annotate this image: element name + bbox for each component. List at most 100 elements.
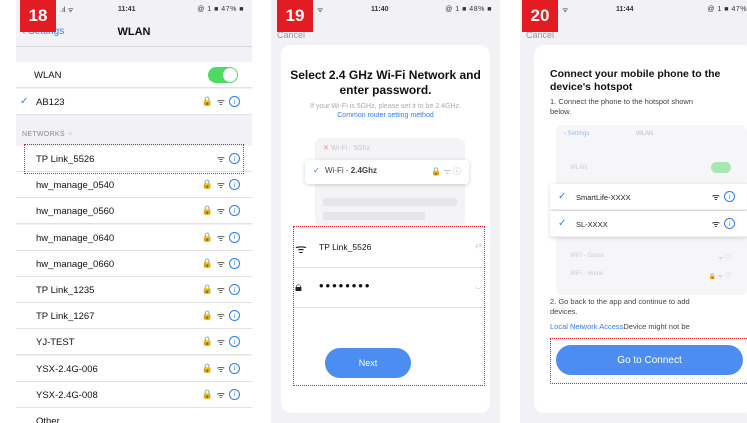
wifi-status-icon: ᯤ	[317, 7, 324, 14]
wifi-icon: ᯤ	[216, 232, 225, 243]
network-name: hw_manage_0540	[36, 180, 115, 192]
network-name: AB123	[36, 97, 65, 108]
network-icons: 🔒 ᯤ i	[202, 178, 240, 191]
wifi-icon: ᯤ	[216, 389, 225, 400]
networks-header-text: NETWORKS	[22, 131, 65, 138]
x-icon: ✕	[323, 145, 329, 152]
checkmark-icon: ✓	[558, 218, 567, 229]
hotspot-row[interactable]: ✓ SmartLife-XXXX ᯤi	[550, 184, 747, 210]
status-time: 11:41	[118, 6, 136, 13]
info-icon[interactable]: i	[229, 362, 240, 374]
hotspot-row[interactable]: ✓ SL-XXXX ᯤi	[550, 211, 747, 237]
network-row[interactable]: hw_manage_0660 🔒 ᯤ i	[16, 250, 252, 277]
info-icon[interactable]: i	[229, 310, 240, 322]
info-icon[interactable]: i	[229, 179, 240, 191]
wifi-icon: ᯤ	[216, 285, 225, 295]
checkmark-icon: ✓	[20, 96, 29, 107]
network-name: TP Link_1235	[36, 285, 95, 296]
lock-icon: 🔒	[201, 310, 213, 321]
network-icons: 🔒 ᯤ i	[202, 257, 240, 270]
network-name: hw_manage_0640	[36, 232, 115, 244]
status-battery: @ 1 ■ 47% ■	[197, 6, 244, 13]
faded-network: WiFi - Guest	[570, 253, 604, 259]
network-icons: 🔒 ᯤ i	[202, 335, 240, 348]
panel-wlan-settings: 18 .ıl ᯤ 11:41 @ 1 ■ 47% ■ ‹ Settings WL…	[16, 0, 252, 423]
network-row[interactable]: hw_manage_0640 🔒 ᯤ i	[16, 224, 252, 251]
highlight-box	[293, 226, 485, 386]
lock-icon: 🔒	[201, 231, 213, 242]
info-icon[interactable]: i	[724, 218, 735, 229]
divider	[16, 46, 252, 47]
info-icon[interactable]: i	[229, 96, 240, 107]
status-time: 11:40	[371, 6, 389, 13]
network-row[interactable]: YSX-2.4G-006 🔒 ᯤ i	[16, 355, 252, 382]
network-name: hw_manage_0560	[36, 206, 115, 218]
mini-24-band: 2.4Ghz	[350, 166, 377, 175]
step-badge: 20	[522, 0, 558, 32]
status-battery: @ 1 ■ 47%	[707, 6, 747, 13]
network-row[interactable]: TP Link_1235 🔒 ᯤ i	[16, 277, 252, 303]
lock-icon: 🔒	[201, 205, 213, 216]
router-setting-link[interactable]: Common router setting method	[337, 112, 434, 119]
info-icon[interactable]: i	[229, 205, 240, 217]
info-icon[interactable]: i	[229, 284, 240, 295]
hotspot-name: SmartLife-XXXX	[576, 193, 631, 202]
mini-back: ‹ Settings	[564, 131, 590, 137]
wlan-label: WLAN	[34, 70, 62, 81]
highlight-box	[550, 338, 747, 384]
info-icon[interactable]: i	[724, 191, 735, 202]
hotspot-name: SL-XXXX	[576, 220, 608, 229]
network-icons: 🔒 ᯤ i	[202, 204, 240, 217]
faded-network: WiFi - Home	[570, 271, 604, 277]
lock-icon: 🔒	[201, 336, 213, 347]
info-icon[interactable]: i	[229, 388, 240, 400]
network-name: TP Link_1267	[36, 311, 95, 323]
status-time: 11:44	[616, 6, 634, 13]
network-icons: 🔒 ᯤ i	[202, 362, 240, 375]
wifi-icon: ᯤ	[216, 311, 225, 322]
wifi-icon: ᯤ	[711, 219, 720, 229]
lock-icon: 🔒	[201, 284, 213, 294]
faded-icons: 🔒 ᯤ ⓘ	[708, 274, 731, 280]
info-icon[interactable]: i	[229, 257, 240, 269]
mini-icons: 🔒 ᯤ ⓘ	[431, 167, 461, 176]
checkmark-icon: ✓	[313, 166, 320, 175]
faded-icons: ᯤ ⓘ	[717, 256, 731, 262]
wlan-toggle[interactable]	[208, 67, 238, 83]
wifi-icon: ᯤ	[216, 337, 225, 348]
network-row[interactable]: Other...	[16, 408, 252, 423]
mini-title: WLAN	[636, 131, 654, 137]
mini-placeholder	[323, 198, 457, 206]
mini-toggle	[711, 162, 731, 173]
panel-connect-hotspot: 20 ᯤ 11:44 @ 1 ■ 47% Cancel Connect your…	[520, 0, 747, 423]
network-row[interactable]: YJ-TEST 🔒 ᯤ i	[16, 329, 252, 356]
info-icon[interactable]: i	[229, 231, 240, 243]
networks-header: NETWORKS ⁘	[22, 130, 73, 138]
subtitle: If your Wi-Fi is 5GHz, please set it to …	[283, 102, 488, 120]
mini-back-label: Settings	[567, 131, 590, 137]
checkmark-icon: ✓	[558, 191, 567, 202]
lock-icon: 🔒	[201, 362, 213, 373]
lock-icon: 🔒	[201, 96, 213, 106]
local-network-link[interactable]: Local Network Access	[550, 322, 623, 331]
lock-icon: 🔒	[201, 388, 213, 399]
wifi-icon: ᯤ	[216, 363, 225, 374]
status-battery: @ 1 ■ 48% ■	[445, 6, 492, 13]
mini-5g-label: Wi-Fi - 5Ghz	[330, 145, 371, 152]
step-badge: 19	[277, 0, 313, 32]
network-row[interactable]: TP Link_1267 🔒 ᯤ i	[16, 303, 252, 330]
wifi-icon: ᯤ	[216, 180, 225, 191]
network-row[interactable]: YSX-2.4G-008 🔒 ᯤ i	[16, 381, 252, 408]
info-icon[interactable]: i	[229, 336, 240, 348]
network-row[interactable]: hw_manage_0560 🔒 ᯤ i	[16, 198, 252, 225]
mini-placeholder	[323, 212, 425, 220]
network-row[interactable]: hw_manage_0540 🔒 ᯤ i	[16, 172, 252, 199]
network-name: YSX-2.4G-006	[36, 363, 98, 375]
network-icons: 🔒 ᯤ i	[202, 309, 240, 322]
network-icons: 🔒 ᯤ i	[202, 231, 240, 244]
signal-icon: .ıl ᯤ	[60, 7, 74, 14]
spinner-icon: ⁘	[67, 131, 74, 138]
connected-network-row[interactable]: ✓ AB123 🔒 ᯤ i	[16, 89, 252, 115]
panel-select-network: 19 ᯤ 11:40 @ 1 ■ 48% ■ Cancel Select 2.4…	[271, 0, 500, 423]
page-title: Select 2.4 GHz Wi-Fi Network and enter p…	[290, 68, 481, 97]
